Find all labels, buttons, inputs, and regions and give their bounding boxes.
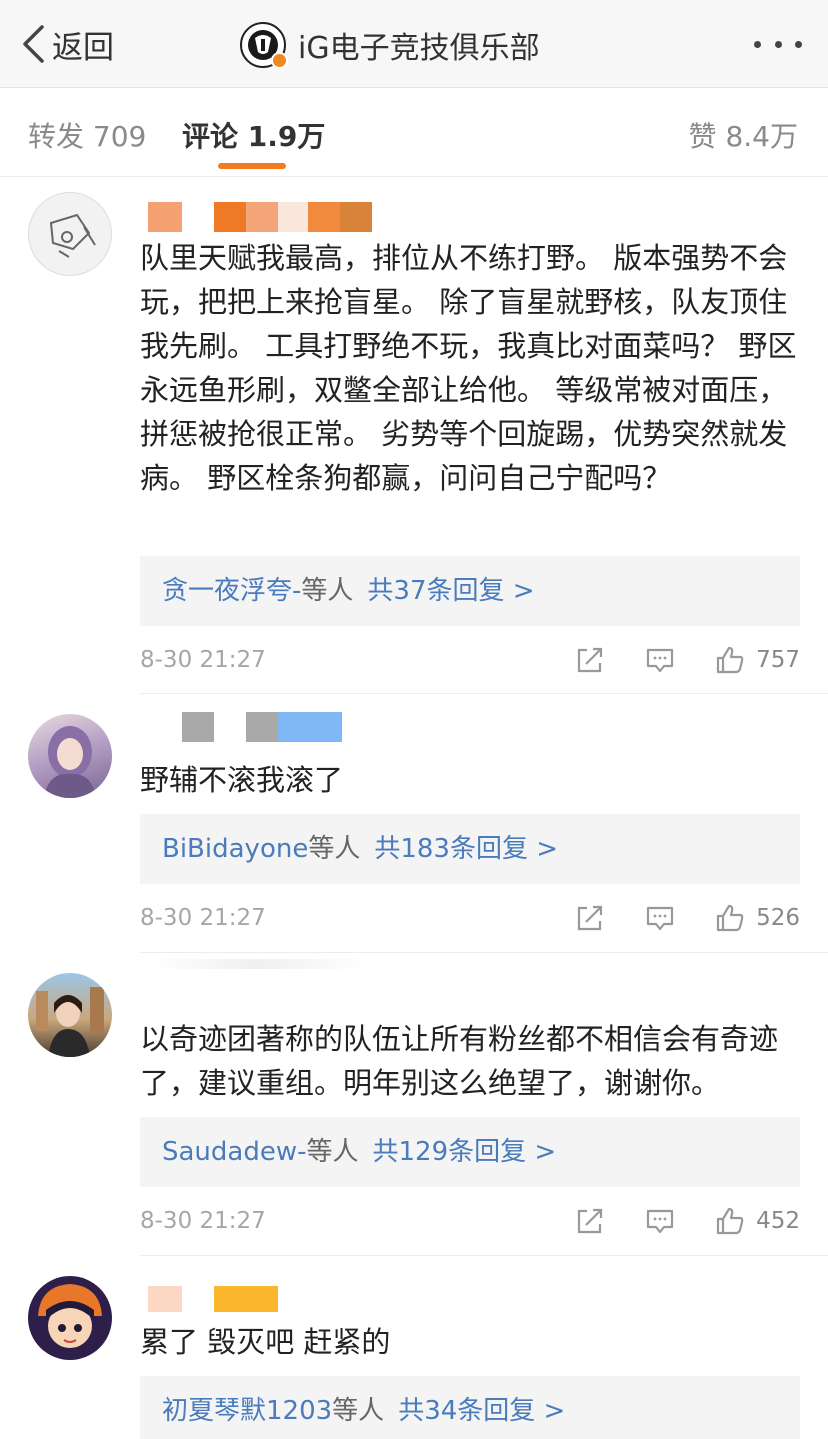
share-icon (577, 905, 603, 931)
like-count: 452 (756, 1208, 800, 1234)
thumbs-up-icon (716, 904, 744, 932)
like-count: 757 (756, 647, 800, 673)
nav-title-group: iG电子竞技俱乐部 (240, 20, 540, 70)
tab-comments-label: 评论 (182, 120, 239, 153)
tab-comments[interactable]: 评论 1.9万 (182, 115, 325, 155)
comment-time: 8-30 21:27 (140, 1208, 266, 1234)
reply-total[interactable]: 共183条回复 > (374, 834, 558, 864)
reply-button[interactable] (644, 902, 676, 934)
page-title: iG电子竞技俱乐部 (298, 31, 540, 66)
like-button[interactable]: 452 (714, 1205, 800, 1237)
sketch-avatar-icon (49, 213, 96, 258)
comment-actions: 526 (574, 898, 800, 938)
share-icon (577, 1208, 603, 1234)
username-obscured[interactable] (148, 1286, 278, 1312)
reply-total[interactable]: 共129条回复 > (373, 1137, 557, 1167)
reply-button[interactable] (644, 644, 676, 676)
comment-text: 野辅不滚我滚了 (140, 763, 344, 797)
reply-users[interactable]: Saudadew- (162, 1137, 307, 1167)
dot (754, 40, 761, 48)
comment-divider (140, 693, 828, 694)
share-button[interactable] (574, 1205, 606, 1237)
like-button[interactable]: 757 (714, 644, 800, 676)
avatar[interactable] (28, 973, 112, 1057)
tab-likes-count: 8.4万 (725, 120, 798, 153)
like-button[interactable]: 526 (714, 902, 800, 934)
top-nav-bar: 返回 iG电子竞技俱乐部 (0, 0, 828, 88)
back-button[interactable]: 返回 (20, 22, 114, 66)
tab-repost[interactable]: 转发 709 (28, 115, 146, 155)
replies-summary[interactable]: Saudadew-等人 共129条回复 > (140, 1117, 800, 1187)
active-tab-indicator (218, 163, 286, 169)
reply-button[interactable] (644, 1205, 676, 1237)
avatar[interactable] (28, 1276, 112, 1360)
reply-etc: 等人 (306, 1137, 359, 1167)
reply-total[interactable]: 共37条回复 > (367, 576, 534, 606)
comment-time: 8-30 21:27 (140, 647, 266, 673)
tab-repost-count: 709 (92, 120, 147, 153)
username-obscured[interactable] (148, 959, 368, 969)
comment-text: 累了 毁灭吧 赶紧的 (140, 1325, 391, 1359)
user-photo-icon (36, 987, 104, 1057)
chevron-left-icon (23, 25, 44, 63)
comment-actions: 452 (574, 1201, 800, 1241)
like-count: 526 (756, 905, 800, 931)
more-dots-icon[interactable] (754, 32, 802, 56)
tab-bar: 转发 709 评论 1.9万 赞 8.4万 (0, 89, 828, 177)
share-button[interactable] (574, 902, 606, 934)
reply-users[interactable]: BiBidayone (162, 834, 308, 864)
comment-text: 以奇迹团著称的队伍让所有粉丝都不相信会有奇迹了，建议重组。明年别这么绝望了，谢谢… (140, 1022, 779, 1100)
replies-summary[interactable]: BiBidayone等人 共183条回复 > (140, 814, 800, 884)
comment-icon (646, 648, 674, 673)
share-button[interactable] (574, 644, 606, 676)
comment-actions: 757 (574, 640, 800, 680)
share-icon (577, 647, 603, 673)
reply-users[interactable]: 贪一夜浮夸- (162, 576, 301, 606)
comment-icon (646, 906, 674, 931)
thumbs-up-icon (716, 646, 744, 674)
comment-meta: 8-30 21:27 526 (140, 898, 800, 938)
comment-text: 队里天赋我最高，排位从不练打野。 版本强势不会玩，把把上来抢盲星。 除了盲星就野… (140, 241, 797, 495)
replies-summary[interactable]: 初夏琴默1203等人 共34条回复 > (140, 1376, 800, 1439)
back-label: 返回 (52, 29, 114, 66)
comment-divider (140, 952, 828, 953)
dot (774, 40, 782, 48)
comment-time: 8-30 21:27 (140, 905, 266, 931)
comment-meta: 8-30 21:27 452 (140, 1201, 800, 1241)
tab-comments-count: 1.9万 (247, 120, 326, 153)
replies-summary[interactable]: 贪一夜浮夸-等人 共37条回复 > (140, 556, 800, 626)
user-photo-icon (44, 726, 96, 798)
anime-avatar-icon (38, 1284, 102, 1348)
avatar[interactable] (28, 714, 112, 798)
avatar[interactable] (28, 192, 112, 276)
tab-likes-label: 赞 (688, 120, 717, 153)
comment-icon (646, 1209, 674, 1234)
dot (795, 40, 802, 48)
reply-total[interactable]: 共34条回复 > (398, 1396, 565, 1426)
username-obscured[interactable] (148, 202, 372, 232)
reply-etc: 等人 (308, 834, 361, 864)
reply-etc: 等人 (301, 576, 354, 606)
ig-logo-avatar[interactable] (240, 22, 288, 69)
username-obscured[interactable] (148, 712, 342, 742)
comment-meta: 8-30 21:27 757 (140, 640, 800, 680)
reply-users[interactable]: 初夏琴默1203 (162, 1396, 332, 1426)
thumbs-up-icon (716, 1207, 744, 1235)
tab-likes[interactable]: 赞 8.4万 (689, 115, 798, 155)
verified-badge-icon (271, 52, 288, 69)
reply-etc: 等人 (332, 1396, 385, 1426)
tab-repost-label: 转发 (28, 120, 85, 153)
comment-divider (140, 1255, 828, 1256)
